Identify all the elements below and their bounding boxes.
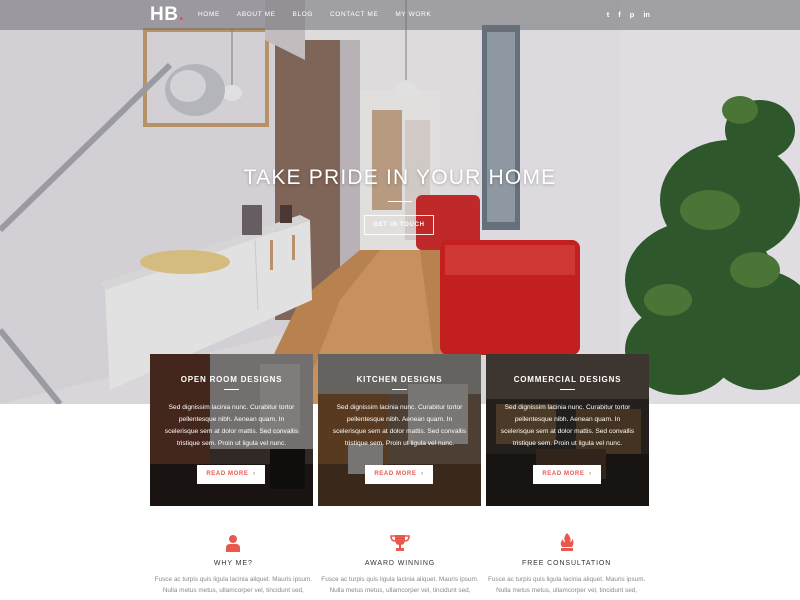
pinterest-icon[interactable]: p — [630, 10, 635, 19]
chevron-right-icon: › — [253, 471, 256, 477]
feature-text: Fusce ac turpis quis ligula lacinia aliq… — [487, 576, 646, 594]
card-title: KITCHEN DESIGNS — [356, 375, 443, 384]
nav-link-home[interactable]: HOME — [198, 11, 220, 18]
feature-text: Fusce ac turpis quis ligula lacinia aliq… — [154, 576, 312, 594]
site-logo[interactable]: HB. — [150, 4, 184, 26]
card-open-room-designs: OPEN ROOM DESIGNS Sed dignissim lacinia … — [150, 354, 313, 506]
chevron-right-icon: › — [421, 471, 424, 477]
card-divider — [392, 389, 407, 390]
nav-links: HOME ABOUT ME BLOG CONTACT ME MY WORK — [198, 11, 448, 18]
read-more-label: READ MORE — [206, 471, 249, 477]
card-divider — [560, 389, 575, 390]
hero-divider — [388, 201, 412, 202]
features-section: WHY ME? Fusce ac turpis quis ligula laci… — [150, 530, 650, 600]
feature-title: FREE CONSULTATION — [522, 560, 612, 567]
card-commercial-designs: COMMERCIAL DESIGNS Sed dignissim lacinia… — [486, 354, 649, 506]
logo-text: HB — [150, 4, 179, 25]
trophy-icon — [317, 530, 484, 552]
person-icon — [150, 530, 317, 552]
card-title: OPEN ROOM DESIGNS — [180, 375, 283, 384]
card-divider — [224, 389, 239, 390]
card-text: Sed dignissim lacinia nunc. Curabitur to… — [164, 404, 299, 447]
twitter-icon[interactable]: t — [607, 10, 610, 19]
nav-link-about-me[interactable]: ABOUT ME — [237, 11, 276, 18]
feature-award-winning: AWARD WINNING Fusce ac turpis quis ligul… — [317, 530, 484, 600]
facebook-icon[interactable]: f — [618, 10, 621, 19]
hero-overlay — [0, 0, 800, 404]
logo-dot: . — [178, 4, 185, 25]
feature-why-me: WHY ME? Fusce ac turpis quis ligula laci… — [150, 530, 317, 600]
top-navbar: HB. HOME ABOUT ME BLOG CONTACT ME MY WOR… — [0, 0, 800, 30]
hero-title: TAKE PRIDE IN YOUR HOME — [243, 166, 557, 189]
card-text: Sed dignissim lacinia nunc. Curabitur to… — [332, 404, 467, 447]
linkedin-icon[interactable]: in — [643, 10, 650, 19]
nav-link-my-work[interactable]: MY WORK — [395, 11, 431, 18]
read-more-label: READ MORE — [542, 471, 585, 477]
nav-link-contact-me[interactable]: CONTACT ME — [330, 11, 378, 18]
feature-text: Fusce ac turpis quis ligula lacinia aliq… — [321, 576, 479, 594]
flame-icon — [483, 530, 650, 552]
chevron-right-icon: › — [589, 471, 592, 477]
read-more-button[interactable]: READ MORE › — [365, 465, 433, 484]
social-links: t f p in — [607, 10, 650, 19]
card-title: COMMERCIAL DESIGNS — [513, 375, 622, 384]
read-more-button[interactable]: READ MORE › — [533, 465, 601, 484]
get-in-touch-button[interactable]: GET IN TOUCH — [364, 215, 434, 235]
card-text: Sed dignissim lacinia nunc. Curabitur to… — [500, 404, 635, 447]
read-more-button[interactable]: READ MORE › — [197, 465, 265, 484]
feature-title: AWARD WINNING — [364, 560, 436, 567]
read-more-label: READ MORE — [374, 471, 417, 477]
feature-title: WHY ME? — [213, 560, 253, 567]
card-kitchen-designs: KITCHEN DESIGNS Sed dignissim lacinia nu… — [318, 354, 481, 506]
service-cards: OPEN ROOM DESIGNS Sed dignissim lacinia … — [150, 354, 650, 506]
nav-link-blog[interactable]: BLOG — [293, 11, 313, 18]
feature-free-consultation: FREE CONSULTATION Fusce ac turpis quis l… — [483, 530, 650, 600]
hero-section: HB. HOME ABOUT ME BLOG CONTACT ME MY WOR… — [0, 0, 800, 404]
